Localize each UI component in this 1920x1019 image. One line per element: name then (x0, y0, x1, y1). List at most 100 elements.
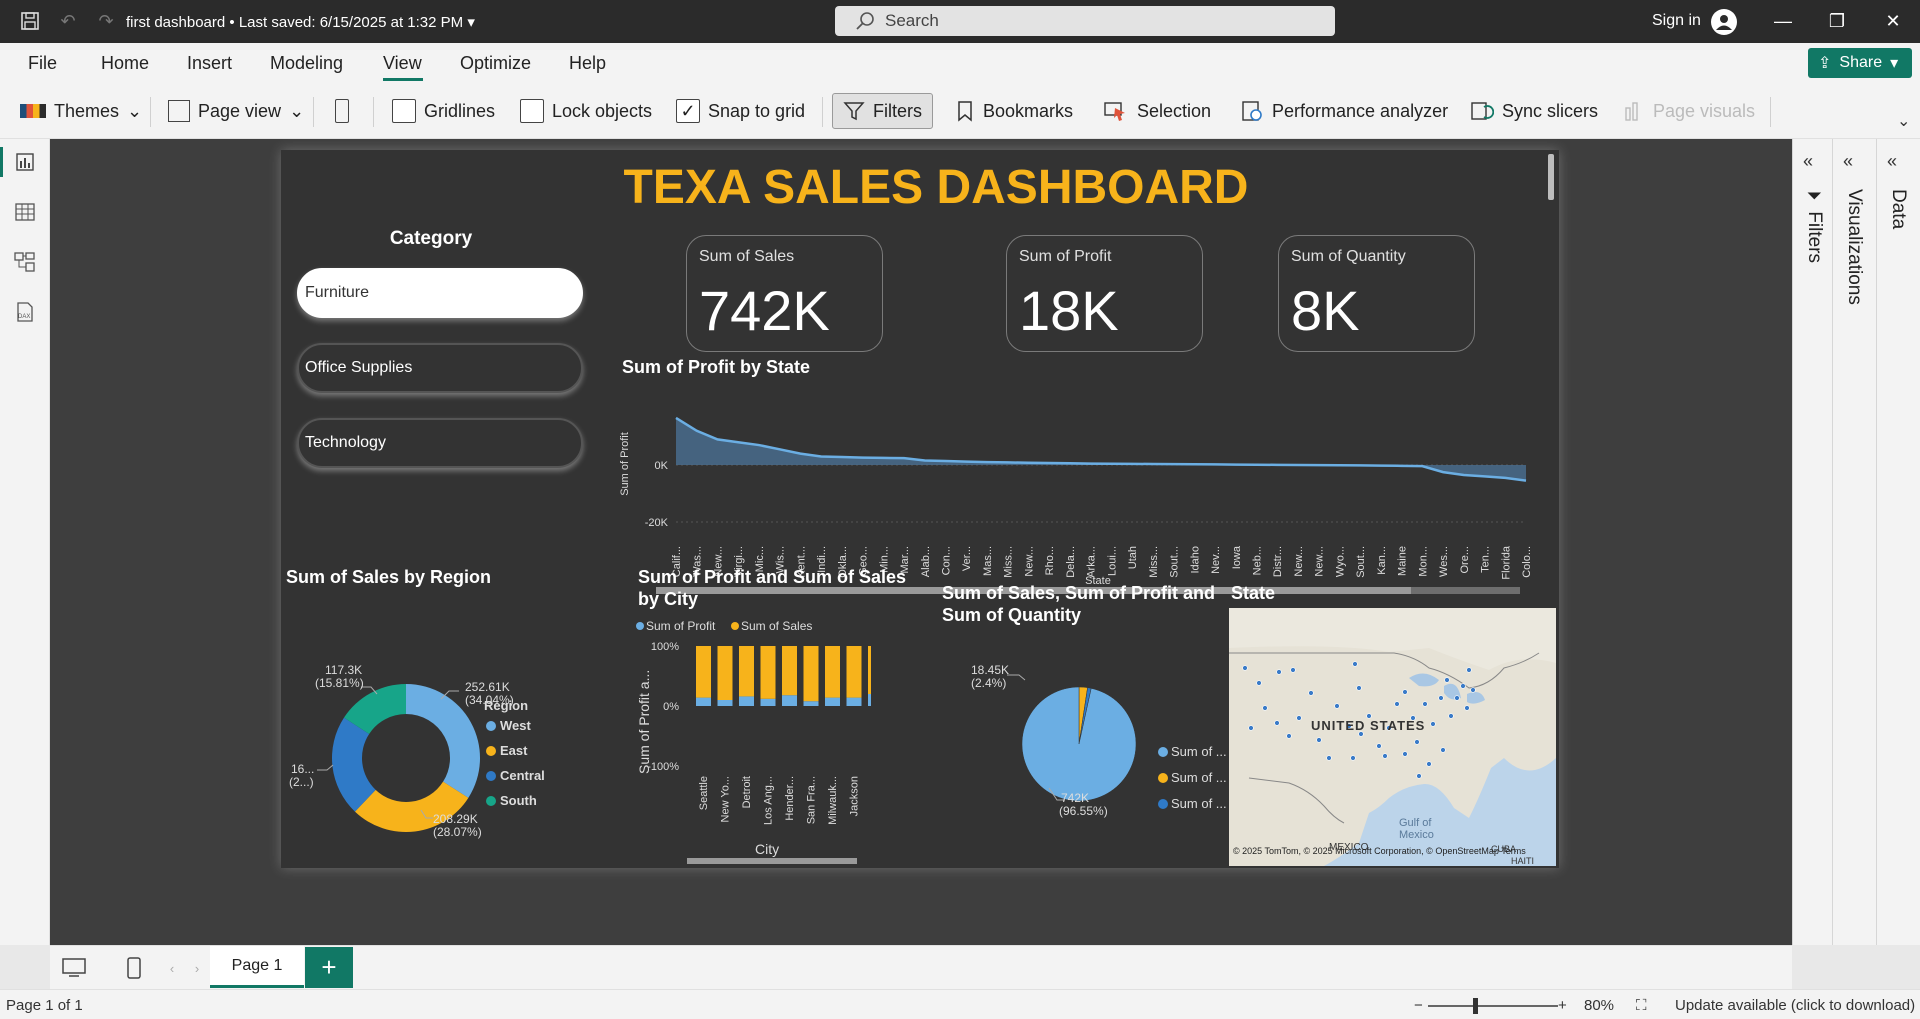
quantity-card[interactable]: Sum of Quantity 8K (1278, 235, 1475, 352)
gridlines-checkbox[interactable]: Gridlines (392, 93, 495, 129)
model-view-icon[interactable] (12, 249, 38, 275)
state-x-tick: Kan... (1376, 546, 1388, 575)
redo-icon[interactable]: ↷ (94, 9, 118, 33)
bookmarks-button[interactable]: Bookmarks (955, 93, 1073, 129)
label-west: 252.61K (465, 680, 510, 694)
report-view-icon[interactable] (12, 149, 38, 175)
map-location-dot (1352, 661, 1358, 667)
page-scrollbar[interactable] (1548, 154, 1554, 200)
profit-sales-by-city-chart[interactable]: Sum of Profit Sum of Sales Sum of Profit… (631, 616, 871, 868)
visualizations-pane[interactable]: « Visualizations (1832, 139, 1876, 945)
city-y-tick: -100% (647, 761, 679, 773)
state-x-tick: Ver... (961, 546, 973, 571)
menu-home[interactable]: Home (101, 53, 149, 74)
card-label: Sum of Sales (699, 248, 795, 265)
page-visuals-label: Page visuals (1653, 100, 1756, 121)
fit-to-page-icon[interactable]: ⛶ (1636, 997, 1647, 1014)
page-tab-1[interactable]: Page 1 (210, 946, 304, 988)
profit-card[interactable]: Sum of Profit 18K (1006, 235, 1203, 352)
zoom-slider-thumb[interactable] (1473, 998, 1478, 1014)
expand-visualizations-icon[interactable]: « (1843, 151, 1853, 172)
menu-optimize[interactable]: Optimize (460, 53, 531, 74)
close-button[interactable]: ✕ (1866, 0, 1920, 43)
menu-view[interactable]: View (383, 53, 422, 74)
category-option-furniture[interactable]: Furniture (297, 268, 583, 318)
account-icon[interactable] (1711, 9, 1737, 35)
selection-button[interactable]: Selection (1103, 93, 1211, 129)
menu-insert[interactable]: Insert (187, 53, 232, 74)
map-gulf-label-1: Gulf of (1399, 817, 1432, 829)
label-east: 208.29K (433, 812, 478, 826)
map-location-dot (1454, 695, 1460, 701)
mobile-layout-icon[interactable] (122, 956, 146, 980)
sales-card[interactable]: Sum of Sales 742K (686, 235, 883, 352)
ribbon-divider (822, 97, 823, 127)
zoom-slider[interactable] (1428, 1005, 1558, 1007)
themes-button[interactable]: Themes ⌄ (20, 93, 142, 129)
city-chart-title: Sum of Profit and Sum of Sales by City (638, 566, 906, 610)
share-button[interactable]: ⇪ Share ▾ (1808, 48, 1912, 78)
lock-objects-box (520, 99, 544, 123)
expand-filters-icon[interactable]: « (1803, 151, 1813, 172)
state-x-tick: Wes... (1438, 546, 1450, 577)
menu-file[interactable]: File (28, 53, 57, 74)
data-pane-label: Data (1888, 189, 1909, 230)
sales-by-region-chart[interactable]: 252.61K (34.04%) 208.29K (28.07%) 16... … (281, 590, 621, 868)
minimize-button[interactable]: — (1756, 0, 1810, 43)
category-option-technology[interactable]: Technology (297, 418, 583, 468)
sync-slicers-button[interactable]: Sync slicers (1470, 93, 1598, 129)
zoom-out-button[interactable]: − (1414, 997, 1423, 1014)
filters-pane[interactable]: « ⏷ Filters (1792, 139, 1832, 945)
menu-bar: File Home Insert Modeling View Optimize … (0, 43, 1920, 83)
dax-query-view-icon[interactable]: DAX (12, 299, 38, 325)
page-view-button[interactable]: Page view ⌄ (168, 93, 304, 129)
add-page-button[interactable]: + (305, 947, 353, 988)
map-location-dot (1356, 685, 1362, 691)
table-view-icon[interactable] (12, 199, 38, 225)
ribbon-divider (313, 97, 314, 127)
zoom-in-button[interactable]: + (1558, 997, 1567, 1014)
restore-button[interactable]: ❐ (1810, 0, 1864, 43)
undo-icon[interactable]: ↶ (56, 9, 80, 33)
document-title[interactable]: first dashboard • Last saved: 6/15/2025 … (126, 13, 475, 31)
state-x-tick: Miss... (1148, 546, 1160, 578)
state-map[interactable]: UNITED STATES Gulf of Mexico MEXICO CUBA… (1229, 608, 1556, 866)
map-location-dot (1440, 747, 1446, 753)
performance-analyzer-button[interactable]: Performance analyzer (1240, 93, 1448, 129)
filters-button[interactable]: Filters (832, 93, 933, 129)
save-icon[interactable] (18, 9, 42, 33)
previous-page-icon[interactable]: ‹ (160, 956, 184, 980)
city-bar-profit (782, 695, 797, 706)
chevron-down-icon: ⌄ (289, 100, 305, 121)
title-bar: ↶ ↷ first dashboard • Last saved: 6/15/2… (0, 0, 1920, 43)
ribbon-expand-icon[interactable]: ⌄ (1897, 111, 1910, 131)
map-location-dot (1334, 703, 1340, 709)
selection-icon (1104, 102, 1125, 121)
pie-label-profit-pct: (2.4%) (971, 676, 1006, 690)
sales-profit-quantity-pie[interactable]: 18.45K (2.4%) 742K (96.55%) Sum of ...Su… (971, 630, 1231, 860)
next-page-icon[interactable]: › (185, 956, 209, 980)
desktop-layout-icon[interactable] (62, 956, 86, 980)
pie-title-line2: Sum of Quantity (942, 605, 1081, 625)
map-location-dot (1316, 737, 1322, 743)
mobile-layout-button[interactable] (335, 93, 349, 129)
profit-area (676, 417, 1526, 481)
category-option-office-supplies[interactable]: Office Supplies (297, 343, 583, 393)
city-chart-title-line1: Sum of Profit and Sum of Sales (638, 567, 907, 587)
horizontal-scrollbar[interactable] (687, 858, 857, 864)
lock-objects-checkbox[interactable]: Lock objects (520, 93, 652, 129)
map-location-dot (1444, 677, 1450, 683)
update-available-link[interactable]: Update available (click to download) (1675, 997, 1915, 1014)
pie-label-sales: 742K (1061, 791, 1089, 805)
page-view-icon (168, 100, 190, 122)
menu-help[interactable]: Help (569, 53, 606, 74)
data-pane[interactable]: « Data (1876, 139, 1920, 945)
snap-to-grid-label: Snap to grid (708, 100, 806, 121)
search-box[interactable]: Search (835, 6, 1335, 36)
sign-in-link[interactable]: Sign in (1652, 12, 1701, 30)
state-x-tick: Colo... (1521, 546, 1533, 578)
pie-legend-marker (1158, 747, 1168, 757)
expand-data-icon[interactable]: « (1887, 151, 1897, 172)
menu-modeling[interactable]: Modeling (270, 53, 343, 74)
snap-to-grid-checkbox[interactable]: ✓ Snap to grid (676, 93, 805, 129)
